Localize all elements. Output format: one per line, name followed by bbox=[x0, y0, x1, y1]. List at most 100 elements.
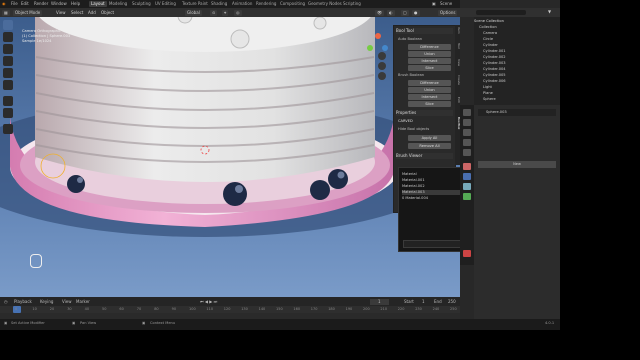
transform-tool-icon[interactable] bbox=[3, 80, 13, 90]
pivot-icon[interactable]: ⊙ bbox=[210, 9, 218, 16]
constraint-props-icon[interactable] bbox=[463, 183, 471, 190]
current-frame-field[interactable]: 1 bbox=[370, 298, 389, 305]
status-mouse-left-icon: ▣ bbox=[4, 321, 8, 325]
status-mouse-mid-icon: ▣ bbox=[72, 321, 76, 325]
scene-props-icon[interactable] bbox=[463, 149, 471, 156]
timeline-menu-playback[interactable]: Playback bbox=[14, 299, 32, 305]
workspace-tab-animation[interactable]: Animation bbox=[230, 1, 254, 7]
select-tool-icon[interactable] bbox=[3, 20, 13, 30]
viewport-menu-add[interactable]: Add bbox=[86, 10, 98, 16]
render-props-icon[interactable] bbox=[463, 119, 471, 126]
overlays-icon[interactable]: ◐ bbox=[387, 9, 395, 16]
timeline-tick-label: 150 bbox=[276, 307, 283, 311]
blender-logo-icon[interactable]: ◉ bbox=[2, 1, 6, 7]
tool-shelf bbox=[3, 20, 13, 140]
output-props-icon[interactable] bbox=[463, 129, 471, 136]
menu-window[interactable]: Window bbox=[51, 1, 67, 7]
viewport-menu-object[interactable]: Object bbox=[99, 10, 116, 16]
apply-all-button[interactable]: Apply All bbox=[408, 135, 451, 141]
rotate-tool-icon[interactable] bbox=[3, 56, 13, 66]
timeline-tick-label: 190 bbox=[345, 307, 353, 311]
viewport-menu-view[interactable]: View bbox=[54, 10, 68, 16]
timeline-editor-icon[interactable]: ◷ bbox=[4, 299, 8, 305]
menu-render[interactable]: Render bbox=[34, 1, 48, 7]
auto-slice-button[interactable]: Slice bbox=[408, 65, 451, 71]
viewport-overlay-info: Camera Orthographic (1) Collection | Sph… bbox=[22, 29, 70, 44]
playback-controls[interactable]: ⏮ ◀ ▶ ⏭ bbox=[200, 299, 217, 305]
brush-intersect-button[interactable]: Intersect bbox=[408, 94, 451, 100]
workspace-tab-scripting[interactable]: Scripting bbox=[341, 1, 363, 7]
timeline-tick-label: 250 bbox=[450, 307, 457, 311]
workspace-tab-texture-paint[interactable]: Texture Paint bbox=[180, 1, 210, 7]
filter-icon[interactable]: ▼ bbox=[548, 9, 551, 14]
workspace-tab-uv-editing[interactable]: UV Editing bbox=[153, 1, 178, 7]
outliner-search-input[interactable] bbox=[476, 10, 526, 15]
menu-file[interactable]: File bbox=[11, 1, 18, 7]
workspace-tab-shading[interactable]: Shading bbox=[209, 1, 229, 7]
brush-viewer-header[interactable]: Brush Viewer bbox=[396, 153, 453, 159]
scene-name[interactable]: Scene bbox=[440, 1, 452, 7]
end-frame-field[interactable]: 250 bbox=[448, 299, 456, 305]
black-margin-bottom bbox=[0, 330, 560, 360]
zoom-icon[interactable] bbox=[378, 52, 386, 60]
menu-help[interactable]: Help bbox=[71, 1, 80, 7]
snap-icon[interactable]: ⌖ bbox=[222, 9, 229, 16]
brush-union-button[interactable]: Union bbox=[408, 87, 451, 93]
modifier-props-icon[interactable] bbox=[463, 173, 471, 180]
start-frame-field[interactable]: 1 bbox=[422, 299, 425, 305]
timeline-menu-view[interactable]: View bbox=[62, 299, 72, 305]
proportional-icon[interactable]: ◎ bbox=[234, 9, 242, 16]
brush-difference-button[interactable]: Difference bbox=[408, 80, 451, 86]
measure-tool-icon[interactable] bbox=[3, 108, 13, 118]
sample-label: Sample 1e/1024 bbox=[22, 39, 52, 43]
visibility-icon[interactable]: 👁 bbox=[375, 9, 385, 16]
workspace-tab-layout[interactable]: Layout bbox=[89, 1, 107, 7]
object-name-field[interactable]: Sphere.003 bbox=[478, 109, 556, 116]
timeline-menu-marker[interactable]: Marker bbox=[76, 299, 90, 305]
editor-type-icon[interactable]: ▦ bbox=[2, 9, 10, 16]
3d-viewport[interactable] bbox=[0, 17, 460, 297]
timeline-tick-label: 180 bbox=[328, 307, 335, 311]
scene-icon[interactable]: ▣ bbox=[432, 1, 436, 7]
timeline-tick-label: 160 bbox=[293, 307, 301, 311]
timeline-menu-keying[interactable]: Keying bbox=[40, 299, 53, 305]
timeline-tick-label: 140 bbox=[258, 307, 266, 311]
annotate-tool-icon[interactable] bbox=[3, 96, 13, 106]
scale-tool-icon[interactable] bbox=[3, 68, 13, 78]
timeline-tick-label: 20 bbox=[49, 307, 55, 311]
timeline-tick-label: 30 bbox=[67, 307, 72, 311]
camera-view-icon[interactable] bbox=[378, 72, 386, 80]
cursor-tool-icon[interactable] bbox=[3, 32, 13, 42]
brush-slice-button[interactable]: Slice bbox=[408, 101, 451, 107]
view-layer-props-icon[interactable] bbox=[463, 139, 471, 146]
workspace-tab-modeling[interactable]: Modeling bbox=[107, 1, 129, 7]
properties-header[interactable]: Properties bbox=[396, 110, 453, 116]
remove-all-button[interactable]: Remove All bbox=[408, 143, 451, 149]
menu-edit[interactable]: Edit bbox=[21, 1, 29, 7]
timeline-tick-label: 0 bbox=[15, 307, 18, 311]
bool-tool-header[interactable]: Bool Tool bbox=[396, 28, 453, 34]
new-material-button[interactable]: New bbox=[478, 161, 556, 168]
viewport-menu-select[interactable]: Select bbox=[69, 10, 85, 16]
options-dropdown[interactable]: Options bbox=[438, 9, 458, 16]
data-props-icon[interactable] bbox=[463, 193, 471, 200]
move-tool-icon[interactable] bbox=[3, 44, 13, 54]
xray-icon[interactable]: ▢ bbox=[401, 9, 409, 16]
outliner-row[interactable]: Sphere bbox=[483, 96, 569, 102]
pan-icon[interactable] bbox=[378, 62, 386, 70]
orientation-selector[interactable]: Global bbox=[185, 9, 202, 16]
add-cube-tool-icon[interactable] bbox=[3, 124, 13, 134]
workspace-tab-rendering[interactable]: Rendering bbox=[254, 1, 278, 7]
object-props-icon[interactable] bbox=[463, 163, 471, 170]
shading-solid-icon[interactable]: ● bbox=[412, 9, 420, 16]
material-props-icon[interactable] bbox=[463, 250, 471, 257]
auto-difference-button[interactable]: Difference bbox=[408, 44, 451, 50]
auto-intersect-button[interactable]: Intersect bbox=[408, 58, 451, 64]
hide-bool-objects-label[interactable]: Hide Bool objects bbox=[398, 127, 429, 131]
workspace-tab-compositing[interactable]: Compositing bbox=[278, 1, 307, 7]
workspace-tab-sculpting[interactable]: Sculpting bbox=[130, 1, 153, 7]
mode-selector[interactable]: Object Mode bbox=[13, 9, 43, 16]
workspace-tab-geometry-nodes[interactable]: Geometry Nodes bbox=[306, 1, 344, 7]
tool-props-icon[interactable] bbox=[463, 109, 471, 116]
auto-union-button[interactable]: Union bbox=[408, 51, 451, 57]
